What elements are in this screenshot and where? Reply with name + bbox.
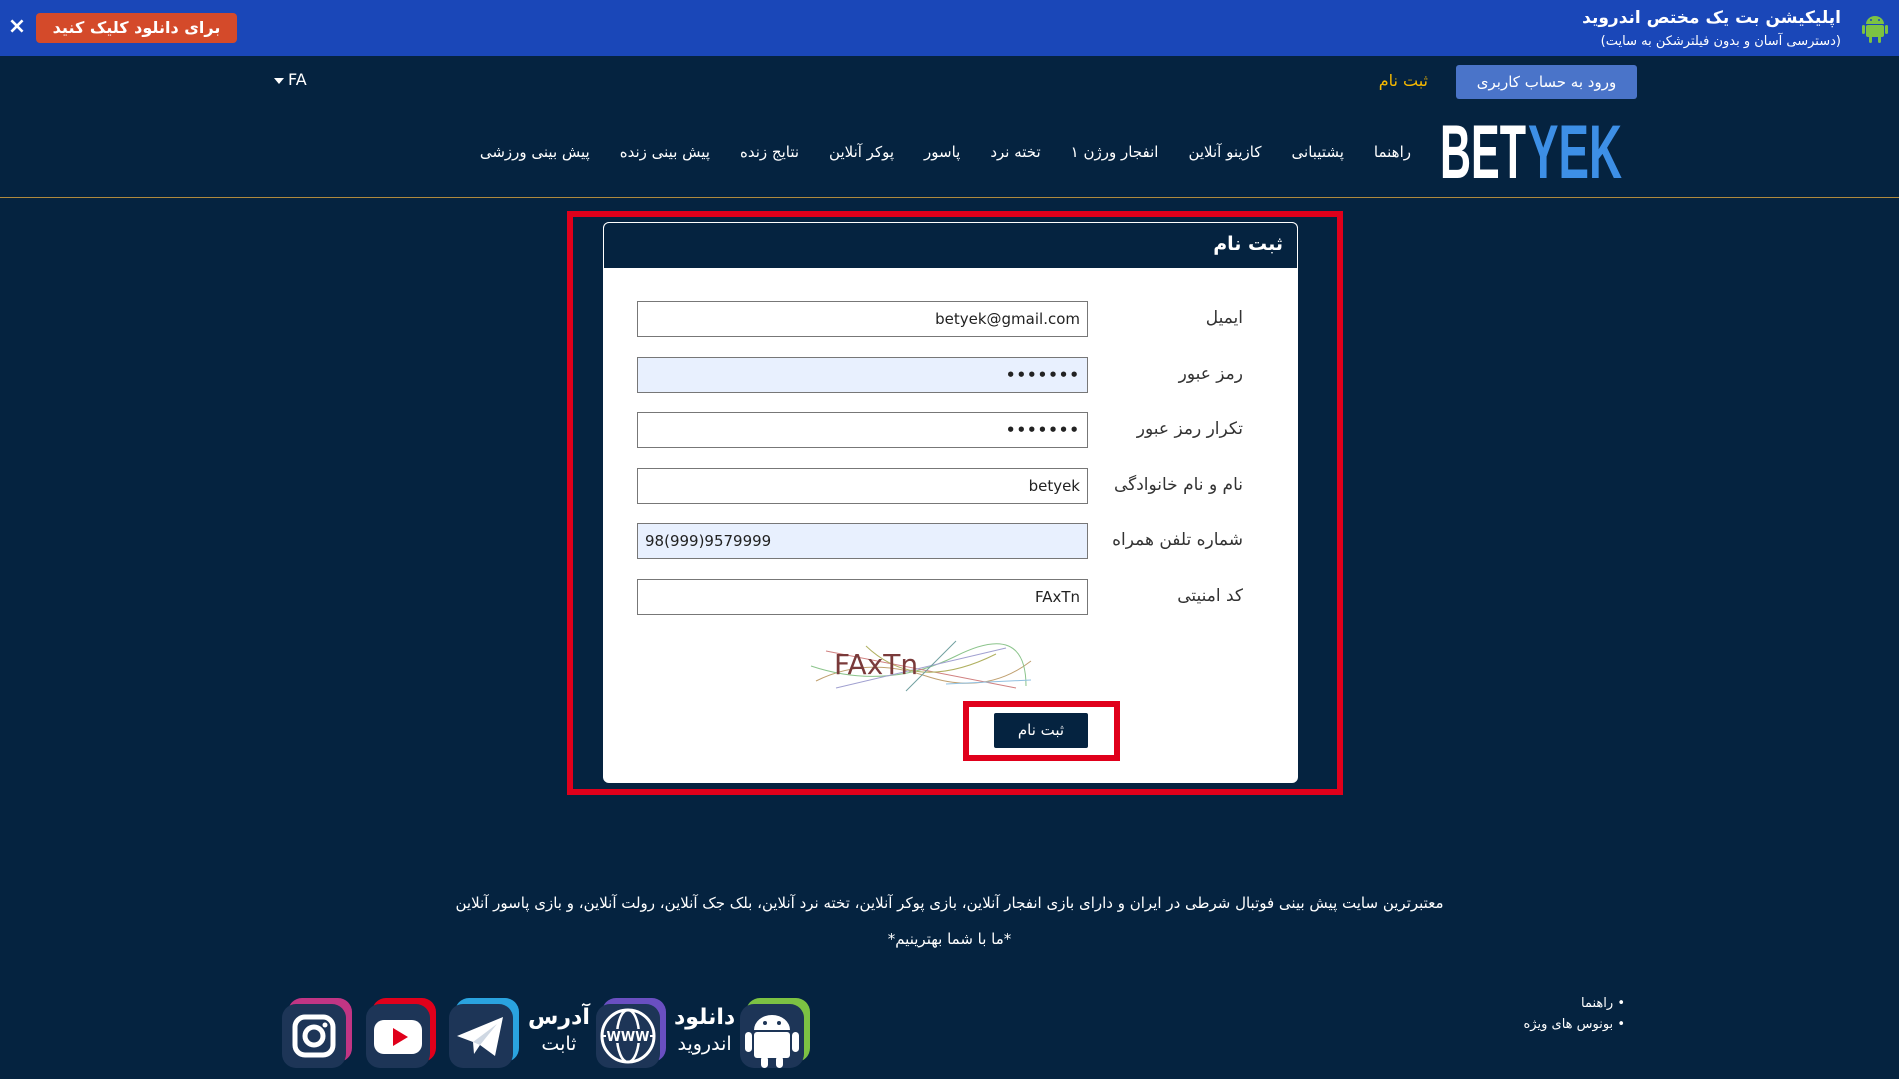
captcha-image: FAxTn	[810, 640, 1032, 692]
betyek-logo[interactable]: BET YEK	[1440, 118, 1622, 184]
banner-download-button[interactable]: برای دانلود کلیک کنید	[36, 13, 237, 43]
captcha-text: FAxTn	[834, 648, 918, 681]
password-label: رمز عبور	[1178, 364, 1243, 384]
password-confirm-field[interactable]: •••••••	[637, 412, 1088, 448]
full-name-label: نام و نام خانوادگی	[1113, 475, 1243, 495]
logo-text-yek: YEK	[1528, 118, 1622, 184]
banner-close-icon[interactable]: ×	[6, 14, 28, 40]
registration-form: ثبت نام ایمیل betyek@gmail.com رمز عبور …	[603, 222, 1298, 783]
nav-online-casino[interactable]: کازینو آنلاین	[1188, 143, 1261, 167]
language-label: FA	[288, 70, 307, 89]
download-android-label[interactable]: دانلود اندروید	[674, 1005, 735, 1057]
instagram-icon[interactable]	[280, 996, 354, 1070]
nav-live-results[interactable]: نتایج زنده	[740, 143, 799, 167]
android-icon	[1862, 16, 1888, 43]
password-confirm-label: تکرار رمز عبور	[1136, 419, 1243, 439]
banner-subtitle: (دسترسی آسان و بدون فیلترشکن به سایت)	[1600, 34, 1841, 49]
form-title: ثبت نام	[1213, 233, 1283, 255]
full-name-field[interactable]: betyek	[637, 468, 1088, 504]
footer-description: معتبرترین سایت پیش بینی فوتبال شرطی در ا…	[455, 894, 1444, 912]
logo-text-bet: BET	[1440, 118, 1526, 184]
nav-guide[interactable]: راهنما	[1374, 143, 1411, 167]
banner-title: اپلیکیشن بت یک مختص اندروید	[1582, 8, 1841, 28]
nav-sports-betting[interactable]: پیش بینی ورزشی	[480, 143, 590, 167]
phone-field[interactable]: 98(999)9579999	[637, 523, 1088, 559]
footer-links: راهنما بونوس های ویژه	[1524, 993, 1626, 1035]
www-globe-icon[interactable]: WWW	[594, 996, 668, 1070]
submit-register-button[interactable]: ثبت نام	[994, 713, 1088, 748]
email-field[interactable]: betyek@gmail.com	[637, 301, 1088, 337]
nav-backgammon[interactable]: تخته نرد	[990, 143, 1040, 167]
form-header: ثبت نام	[603, 222, 1298, 268]
svg-text:WWW: WWW	[606, 1030, 649, 1045]
footer-link-bonuses[interactable]: بونوس های ویژه	[1524, 1014, 1626, 1035]
register-link[interactable]: ثبت نام	[1379, 71, 1428, 90]
youtube-icon[interactable]	[364, 996, 438, 1070]
nav-live-betting[interactable]: پیش بینی زنده	[620, 143, 710, 167]
nav-support[interactable]: پشتیبانی	[1292, 143, 1344, 167]
language-select[interactable]: FA	[274, 70, 307, 89]
android-icon[interactable]	[738, 996, 812, 1070]
security-code-field[interactable]: FAxTn	[637, 579, 1088, 615]
phone-label: شماره تلفن همراه	[1112, 530, 1243, 550]
footer-slogan: *ما با شما بهترینیم*	[887, 930, 1012, 948]
email-label: ایمیل	[1205, 308, 1243, 328]
password-field[interactable]: •••••••	[637, 357, 1088, 393]
telegram-icon[interactable]	[447, 996, 521, 1070]
footer-link-guide[interactable]: راهنما	[1524, 993, 1626, 1014]
caret-down-icon	[274, 77, 284, 84]
app-download-banner: × برای دانلود کلیک کنید اپلیکیشن بت یک م…	[0, 0, 1899, 56]
fixed-address-label[interactable]: آدرس ثابت	[528, 1005, 590, 1057]
main-nav: پیش بینی ورزشی پیش بینی زنده نتایج زنده …	[480, 143, 1411, 167]
header-divider	[0, 197, 1899, 198]
nav-pasur[interactable]: پاسور	[924, 143, 960, 167]
nav-crash-v1[interactable]: انفجار ورژن ۱	[1071, 143, 1159, 167]
nav-online-poker[interactable]: پوکر آنلاین	[829, 143, 894, 167]
security-code-label: کد امنیتی	[1177, 586, 1243, 606]
login-button[interactable]: ورود به حساب کاربری	[1456, 65, 1637, 99]
